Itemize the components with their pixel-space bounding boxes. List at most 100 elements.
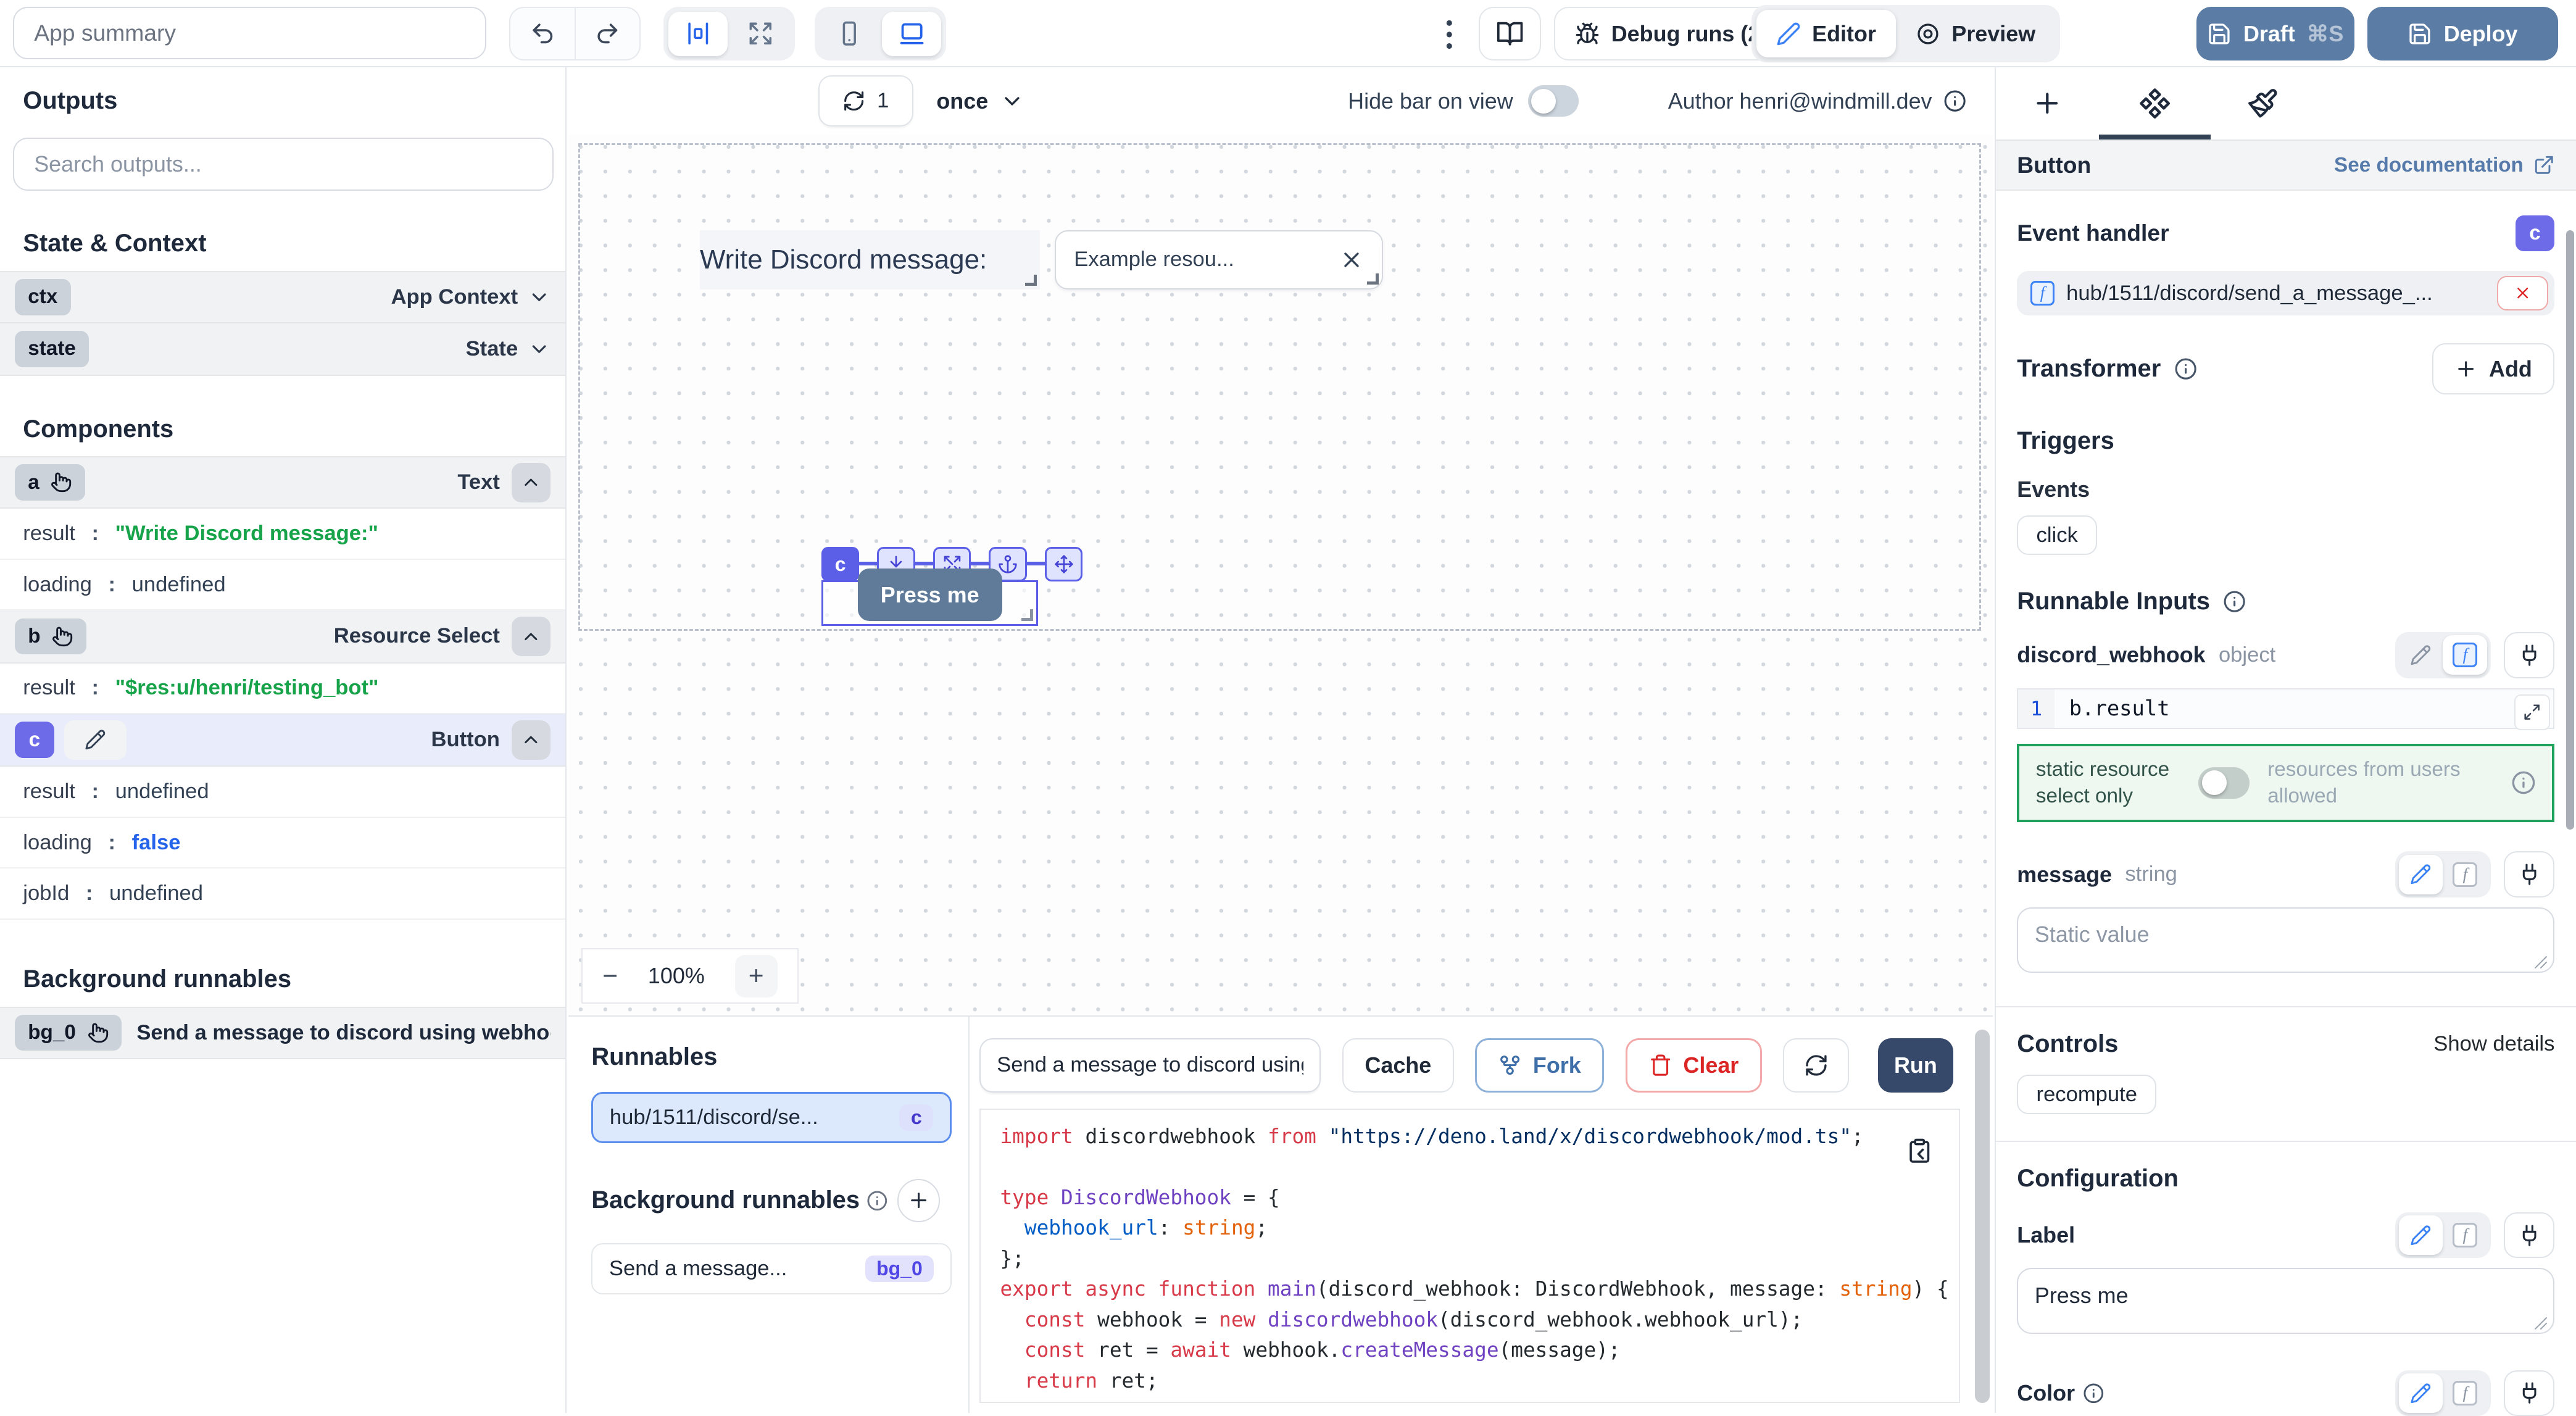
prop-row[interactable]: loading:undefined <box>0 560 565 611</box>
button-component[interactable]: Press me <box>858 568 1002 621</box>
refresh-count: 1 <box>877 89 889 113</box>
expression-mode-button[interactable]: f <box>2443 855 2487 894</box>
prop-row[interactable]: result:undefined <box>0 767 565 818</box>
collapse-button[interactable] <box>512 720 551 760</box>
bg0-row[interactable]: bg_0 Send a message to discord using web… <box>0 1007 565 1059</box>
tab-insert[interactable] <box>2032 67 2063 140</box>
expression-mode-button[interactable]: f <box>2443 635 2487 675</box>
move-component-button[interactable] <box>1045 547 1082 581</box>
label-static-input[interactable] <box>2017 1268 2554 1333</box>
prop-row[interactable]: result:"Write Discord message:" <box>0 509 565 560</box>
expand-layout-button[interactable] <box>731 12 791 56</box>
refresh-mode-dropdown[interactable]: once <box>936 75 1024 127</box>
desktop-view-button[interactable] <box>882 12 941 56</box>
add-transformer-button[interactable]: Add <box>2432 343 2555 394</box>
add-bg-runnable-button[interactable] <box>897 1179 940 1222</box>
connect-input-button[interactable] <box>2504 1212 2555 1259</box>
search-outputs-input[interactable] <box>13 138 554 190</box>
transformer-label: Transformer <box>2017 355 2161 383</box>
centered-layout-button[interactable] <box>668 12 728 56</box>
clear-select-icon[interactable] <box>1339 248 1364 272</box>
prop-row[interactable]: jobId:undefined <box>0 868 565 920</box>
resize-handle[interactable] <box>1367 273 1379 285</box>
prop-row[interactable]: result:"$res:u/henri/testing_bot" <box>0 664 565 715</box>
collapse-button[interactable] <box>512 463 551 502</box>
chevron-down-icon[interactable] <box>528 286 551 309</box>
static-mode-button[interactable] <box>2399 1215 2443 1255</box>
message-static-input[interactable] <box>2017 907 2554 973</box>
expression-mode-button[interactable]: f <box>2443 1373 2487 1413</box>
edit-component-button[interactable] <box>64 720 127 760</box>
hide-bar-toggle[interactable] <box>1528 85 1579 117</box>
refresh-count-button[interactable]: 1 <box>818 75 913 127</box>
script-name-input[interactable] <box>979 1038 1321 1093</box>
window-scrollbar[interactable] <box>2566 230 2574 830</box>
prop-row[interactable]: loading:false <box>0 818 565 869</box>
cache-button[interactable]: Cache <box>1342 1038 1454 1093</box>
remove-handler-button[interactable] <box>2497 276 2548 310</box>
deploy-button[interactable]: Deploy <box>2367 7 2558 61</box>
event-chip-click[interactable]: click <box>2017 515 2097 555</box>
hide-bar-label: Hide bar on view <box>1348 67 1513 135</box>
see-documentation-link[interactable]: See documentation <box>2334 154 2554 177</box>
doc-link-label: See documentation <box>2334 154 2524 177</box>
app-canvas[interactable]: Write Discord message: Example resou... … <box>568 135 1993 1015</box>
laptop-icon <box>898 20 926 48</box>
clear-button[interactable]: Clear <box>1626 1038 1762 1093</box>
static-mode-button[interactable] <box>2399 635 2443 675</box>
code-editor[interactable]: import discordwebhook from "https://deno… <box>979 1109 1960 1402</box>
fork-button[interactable]: Fork <box>1475 1038 1604 1093</box>
resize-grip-icon[interactable] <box>2533 955 2548 970</box>
resource-select-component[interactable]: Example resou... <box>1055 230 1383 289</box>
static-mode-button[interactable] <box>2399 1373 2443 1413</box>
bg-runnable-item[interactable]: Send a message... bg_0 <box>591 1243 952 1294</box>
background-runnables-title: Background runnables <box>0 965 565 993</box>
connect-input-button[interactable] <box>2504 851 2555 897</box>
app-summary-input[interactable] <box>13 7 486 59</box>
collapse-button[interactable] <box>512 617 551 656</box>
info-icon[interactable] <box>1943 90 1966 112</box>
copy-icon[interactable] <box>1906 1138 1933 1164</box>
docs-button[interactable] <box>1479 7 1541 61</box>
more-menu-button[interactable] <box>1432 13 1465 56</box>
run-button[interactable]: Run <box>1878 1038 1953 1093</box>
component-row-a[interactable]: a Text <box>0 456 565 509</box>
code-content[interactable]: import discordwebhook from "https://deno… <box>1000 1122 1958 1403</box>
event-handler-item[interactable]: f hub/1511/discord/send_a_message_... <box>2017 271 2554 315</box>
zoom-level: 100% <box>648 963 705 989</box>
expand-expression-button[interactable] <box>2514 694 2551 731</box>
resize-handle[interactable] <box>1021 609 1033 621</box>
state-row[interactable]: state State <box>0 323 565 376</box>
component-row-c[interactable]: c Button <box>0 714 565 767</box>
expression-mode-button[interactable]: f <box>2443 1215 2487 1255</box>
ctx-row[interactable]: ctx App Context <box>0 271 565 323</box>
tab-settings[interactable] <box>2138 67 2171 140</box>
mobile-view-button[interactable] <box>820 12 879 56</box>
tab-styling[interactable] <box>2247 67 2279 140</box>
bg0-badge: bg_0 <box>28 1021 76 1044</box>
redo-button[interactable] <box>575 8 639 60</box>
control-chip-recompute[interactable]: recompute <box>2017 1075 2156 1114</box>
zoom-in-button[interactable]: + <box>735 955 778 997</box>
show-details-link[interactable]: Show details <box>2433 1032 2554 1056</box>
info-icon <box>2174 357 2197 380</box>
editor-scrollbar[interactable] <box>1975 1030 1990 1403</box>
text-component[interactable]: Write Discord message: <box>700 230 1040 289</box>
expression-editor[interactable]: 1 b.result <box>2017 688 2554 730</box>
tab-preview[interactable]: Preview <box>1896 10 2055 57</box>
resize-grip-icon[interactable] <box>2533 1316 2548 1331</box>
connect-input-button[interactable] <box>2504 632 2555 678</box>
zoom-out-button[interactable]: − <box>602 961 618 991</box>
connect-input-button[interactable] <box>2504 1370 2555 1416</box>
undo-button[interactable] <box>510 8 574 60</box>
resource-mode-toggle[interactable] <box>2198 767 2250 799</box>
component-row-b[interactable]: b Resource Select <box>0 610 565 663</box>
static-mode-button[interactable] <box>2399 855 2443 894</box>
draft-button[interactable]: Draft ⌘S <box>2196 7 2354 61</box>
pencil-icon <box>2410 864 2432 885</box>
runnable-item-selected[interactable]: hub/1511/discord/se... c <box>591 1092 952 1143</box>
resize-handle[interactable] <box>1025 275 1037 286</box>
chevron-down-icon[interactable] <box>528 338 551 360</box>
tab-editor[interactable]: Editor <box>1756 10 1896 57</box>
reload-script-button[interactable] <box>1783 1038 1848 1093</box>
